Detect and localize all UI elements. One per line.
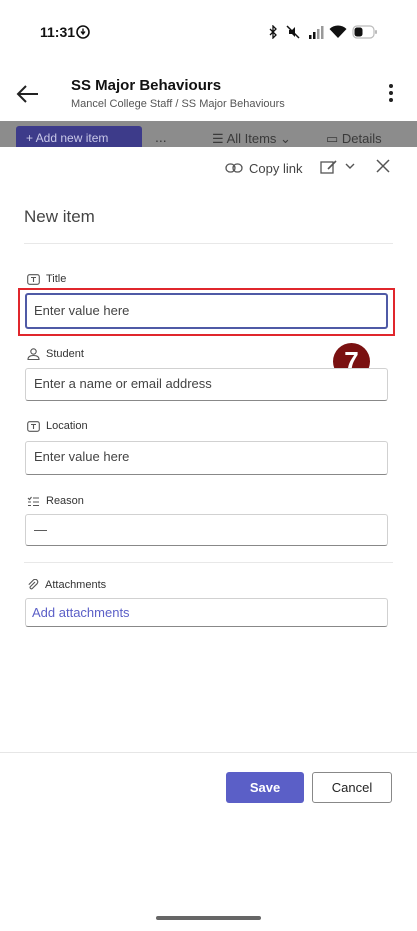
divider [24, 243, 393, 244]
choice-list-icon [27, 496, 39, 506]
location-label: Location [46, 420, 88, 432]
back-arrow-icon[interactable] [14, 82, 42, 106]
view-selector: ☰ All Items ⌄ [212, 131, 291, 146]
reason-field-label: Reason [27, 495, 84, 507]
page-title: SS Major Behaviours [71, 77, 222, 94]
home-indicator[interactable] [156, 916, 261, 920]
data-saver-icon [76, 25, 90, 39]
form-title: New item [24, 207, 95, 226]
title-label: Title [46, 273, 67, 285]
battery-icon [352, 25, 377, 39]
attachments-label: Attachments [45, 579, 107, 591]
student-field-label: Student [27, 348, 84, 360]
close-icon[interactable] [375, 158, 391, 174]
copy-link-button[interactable]: Copy link [225, 158, 302, 178]
location-field-label: Location [27, 420, 88, 432]
edit-form-icon[interactable] [320, 159, 338, 175]
location-input[interactable]: Enter value here [25, 441, 388, 475]
reason-dropdown[interactable]: — [25, 514, 388, 546]
details-label: Details [341, 131, 382, 146]
chevron-down-icon[interactable] [344, 160, 356, 172]
save-button[interactable]: Save [226, 772, 304, 803]
wifi-icon [329, 25, 347, 38]
paperclip-icon [28, 579, 39, 590]
breadcrumb[interactable]: Mancel College Staff / SS Major Behaviou… [71, 98, 285, 110]
more-commands-button: ... [155, 129, 167, 145]
reason-label: Reason [46, 495, 84, 507]
attachments-field-label: Attachments [27, 579, 106, 591]
title-input[interactable]: Enter value here [25, 293, 388, 329]
cancel-button[interactable]: Cancel [312, 772, 392, 803]
text-field-icon [27, 273, 40, 285]
person-icon [27, 348, 40, 360]
signal-icon [309, 26, 324, 39]
mute-icon [286, 25, 300, 39]
student-input[interactable]: Enter a name or email address [25, 368, 388, 401]
bluetooth-icon [269, 25, 277, 39]
more-options-icon[interactable] [386, 84, 396, 106]
footer-divider [0, 752, 417, 753]
details-button: ▭ Details [326, 131, 382, 146]
view-label: All Items [226, 131, 277, 146]
status-time: 11:31 [40, 24, 76, 40]
link-icon [225, 163, 243, 173]
student-label: Student [46, 348, 84, 360]
divider [24, 562, 393, 563]
text-field-icon [27, 420, 40, 432]
copy-link-label: Copy link [249, 160, 303, 176]
title-field-label: Title [27, 273, 66, 285]
add-attachments-link[interactable]: Add attachments [25, 598, 388, 627]
